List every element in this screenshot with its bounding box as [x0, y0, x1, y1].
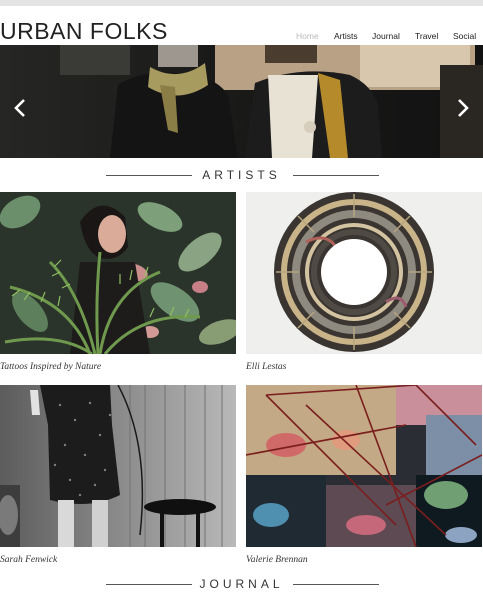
artists-rule-right: [293, 175, 379, 176]
hero-image: [0, 45, 483, 158]
nav-item-journal[interactable]: Journal: [372, 31, 400, 41]
artist-card-image-sarah-fenwick[interactable]: [0, 385, 236, 547]
chevron-right-icon[interactable]: [452, 97, 474, 119]
nav-item-home[interactable]: Home: [296, 31, 319, 41]
site-logo[interactable]: URBAN FOLKS: [0, 18, 168, 45]
artist-card-image-elli-lestas[interactable]: [246, 192, 482, 354]
chevron-left-icon[interactable]: [9, 97, 31, 119]
artist-caption[interactable]: Elli Lestas: [246, 362, 286, 372]
nav-item-social[interactable]: Social: [453, 31, 476, 41]
artist-card-image-valerie-brennan[interactable]: [246, 385, 482, 547]
nav-item-artists[interactable]: Artists: [334, 31, 358, 41]
browser-top-strip: [0, 0, 483, 6]
journal-section-title: JOURNAL: [199, 577, 284, 591]
artist-card-image-tattoos[interactable]: [0, 192, 236, 354]
artist-caption[interactable]: Valerie Brennan: [246, 555, 308, 565]
journal-rule-right: [293, 584, 379, 585]
artist-caption[interactable]: Sarah Fenwick: [0, 555, 57, 565]
artists-section-title: ARTISTS: [202, 168, 281, 182]
artist-caption[interactable]: Tattoos Inspired by Nature: [0, 362, 101, 372]
nav-item-travel[interactable]: Travel: [415, 31, 438, 41]
hero-slideshow[interactable]: [0, 45, 483, 158]
